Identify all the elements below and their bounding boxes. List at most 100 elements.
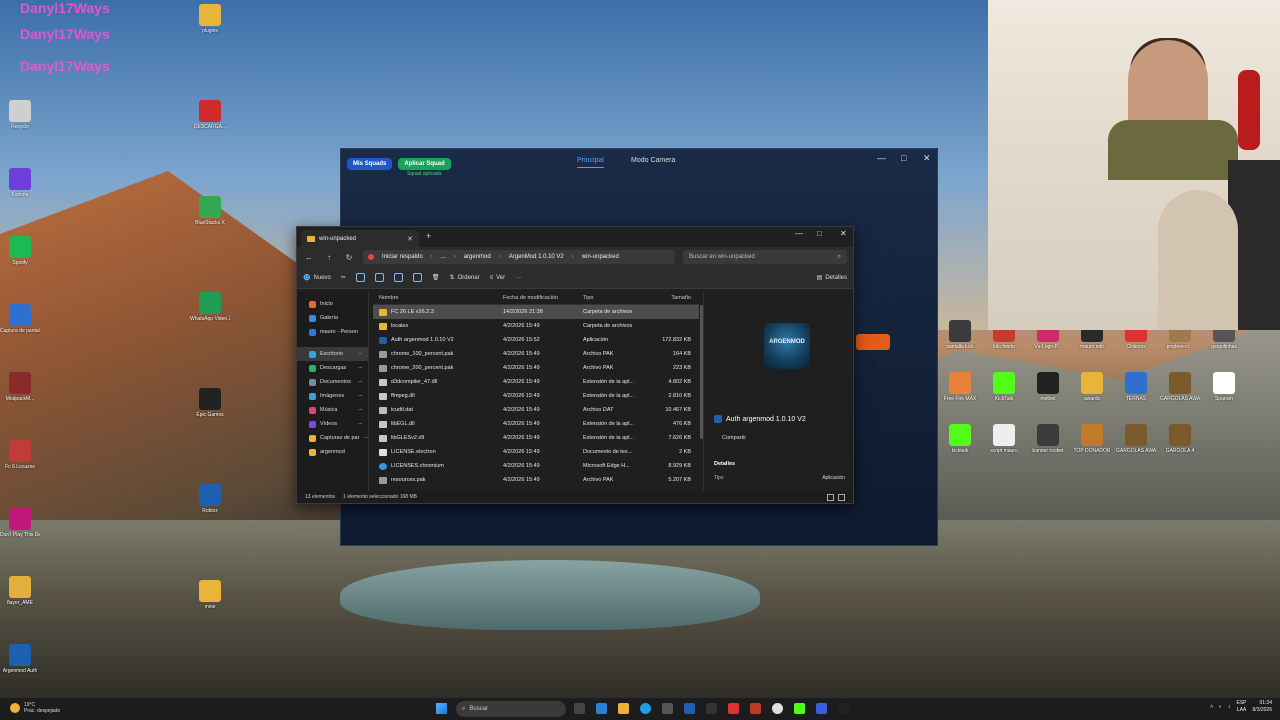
file-row[interactable]: icudtl.dat 4/2/2026 15:49 Archivo DAT 10.46… — [373, 403, 699, 417]
windows-start-icon[interactable] — [436, 703, 447, 714]
tab-principal[interactable]: Principal — [577, 157, 604, 168]
address-bar[interactable]: Iniciar respaldo › ... › argenmod › Arge… — [363, 250, 675, 264]
task-view-icon[interactable] — [574, 703, 585, 714]
desktop-icon[interactable]: Spotify — [0, 236, 40, 280]
back-arrow-icon[interactable]: ← — [303, 253, 315, 262]
file-row[interactable]: Auth argenmod 1.0.10 V2 4/2/2026 15:52 Apl… — [373, 333, 699, 347]
sort-button[interactable]: ⇅ Ordenar — [450, 274, 480, 282]
new-button[interactable]: ⊕ Nuevo — [303, 272, 331, 283]
desktop-icon[interactable]: Fortnite — [0, 168, 40, 212]
network-icon[interactable]: ◐ — [1219, 704, 1222, 710]
breadcrumb-item[interactable]: ArgenMod 1.0.10 V2 — [509, 254, 564, 260]
desktop-icon[interactable]: GARGOLA 4 — [1160, 424, 1200, 468]
desktop-icon[interactable]: Argenmod Auth — [0, 644, 40, 688]
file-row[interactable]: LICENSE.electron 4/2/2026 15:49 Documento … — [373, 445, 699, 459]
file-row[interactable]: d3dcompiler_47.dll 4/2/2026 15:49 Extensió… — [373, 375, 699, 389]
explorer-maximize-button[interactable]: □ — [817, 229, 822, 238]
desktop-icon[interactable]: script mauro — [984, 424, 1024, 468]
kick-icon[interactable] — [794, 703, 805, 714]
file-row[interactable]: locales 4/2/2026 15:49 Carpeta de archivos — [373, 319, 699, 333]
details-view-icon[interactable] — [827, 493, 834, 501]
desktop-icon[interactable]: kicktalk — [940, 424, 980, 468]
file-row[interactable]: FC 26 LE v26.2.3 14/2/2026 21:38 Carpeta d… — [373, 305, 699, 319]
app-icon[interactable] — [706, 703, 717, 714]
desktop-icon[interactable]: TERNAS — [1116, 372, 1156, 416]
desktop-icon[interactable]: mine — [190, 580, 230, 624]
file-row[interactable]: LICENSES.chromium 4/2/2026 15:49 Microsoft… — [373, 459, 699, 473]
file-row[interactable]: libEGL.dll 4/2/2026 15:49 Extensión de la … — [373, 417, 699, 431]
close-tab-icon[interactable]: ✕ — [407, 235, 413, 243]
tray-chevron-icon[interactable]: ˄ — [1210, 704, 1213, 710]
desktop-icon[interactable]: plugins — [190, 4, 230, 48]
up-arrow-icon[interactable]: ↑ — [323, 253, 335, 262]
nav-item-videos[interactable]: Vídeos ⊸ — [297, 417, 368, 431]
delete-icon[interactable]: 🗑 — [432, 274, 440, 281]
app-icon[interactable] — [816, 703, 827, 714]
rename-icon[interactable] — [393, 273, 403, 282]
refresh-icon[interactable]: ↻ — [343, 253, 355, 262]
app-minimize-button[interactable]: — — [877, 153, 886, 163]
search-input[interactable]: Buscar en win-unpacked ⌕ — [683, 250, 847, 264]
desktop-icon[interactable]: Don't Play This Demo — [0, 508, 40, 552]
nav-item-argenmod[interactable]: argenmod — [297, 445, 368, 459]
desktop-icon[interactable]: banner roobet — [1028, 424, 1068, 468]
share-icon[interactable] — [412, 273, 422, 282]
app-close-button[interactable]: ✕ — [923, 153, 931, 164]
nav-item-home[interactable]: Inicio — [297, 297, 368, 311]
column-header-size[interactable]: Tamaño — [651, 295, 695, 301]
file-row[interactable]: ffmpeg.dll 4/2/2026 15:49 Extensión de la … — [373, 389, 699, 403]
chrome-icon[interactable] — [772, 703, 783, 714]
desktop-icon[interactable]: Epic Games — [190, 388, 230, 432]
desktop-icon[interactable]: Captura de pantalla — [0, 304, 40, 348]
desktop-icon[interactable]: Spanish — [1204, 372, 1244, 416]
explorer-close-button[interactable]: ✕ — [840, 229, 847, 238]
app-icon[interactable] — [596, 703, 607, 714]
column-header-name[interactable]: Nombre — [373, 295, 503, 301]
cut-icon[interactable]: ✂ — [341, 274, 346, 281]
column-header-type[interactable]: Tipo — [583, 295, 651, 301]
app-icon[interactable] — [838, 703, 849, 714]
explorer-minimize-button[interactable]: — — [795, 229, 803, 238]
more-options-button[interactable]: ··· — [515, 275, 521, 281]
share-button[interactable]: Compartir — [722, 435, 746, 441]
breadcrumb-item[interactable]: ... — [441, 254, 446, 260]
desktop-icon[interactable]: Roblox — [190, 484, 230, 528]
desktop-icon[interactable]: TOP DONADOR — [1072, 424, 1112, 468]
new-tab-button[interactable]: + — [426, 231, 431, 241]
nav-item-documents[interactable]: Documentos ⊸ — [297, 375, 368, 389]
desktop-icon[interactable]: Recycle — [0, 100, 40, 144]
desktop-icon[interactable]: melbet — [1028, 372, 1068, 416]
nav-item-images[interactable]: Imágenes ⊸ — [297, 389, 368, 403]
file-row[interactable]: resources.pak 4/2/2026 15:49 Archivo PAK 5.… — [373, 473, 699, 487]
file-explorer-taskbar-icon[interactable] — [618, 703, 629, 714]
desktop-icon[interactable]: GARGOLAS AWARDS — [1160, 372, 1200, 416]
desktop-icon[interactable]: Fc 6 Locazos — [0, 440, 40, 484]
desktop-icon[interactable]: DESCARGA... — [190, 100, 230, 144]
tab-camera-mode[interactable]: Modo Camera — [631, 157, 675, 164]
desktop-icon[interactable]: flayer_AME — [0, 576, 40, 620]
breadcrumb-item[interactable]: argenmod — [464, 254, 491, 260]
nav-item-downloads[interactable]: Descargas ⊸ — [297, 361, 368, 375]
column-header-date[interactable]: Fecha de modificación — [503, 295, 583, 301]
desktop-icon[interactable]: awards — [1072, 372, 1112, 416]
app-maximize-button[interactable]: □ — [901, 153, 906, 163]
my-squads-button[interactable]: Mis Squads — [347, 158, 393, 170]
clock[interactable]: 01:34 8/3/2026 — [1253, 700, 1272, 714]
file-row[interactable]: libGLESv2.dll 4/2/2026 15:49 Extensión de … — [373, 431, 699, 445]
nav-item-music[interactable]: Música ⊸ — [297, 403, 368, 417]
desktop-icon[interactable]: ModpackM... — [0, 372, 40, 416]
file-explorer-window[interactable]: win-unpacked ✕ + — □ ✕ ← ↑ ↻ Iniciar res… — [296, 226, 854, 504]
copy-icon[interactable] — [355, 273, 365, 282]
view-button[interactable]: ≡ Ver — [490, 275, 506, 281]
file-row[interactable]: chrome_100_percent.pak 4/2/2026 15:49 Arch… — [373, 347, 699, 361]
breadcrumb-item[interactable]: win-unpacked — [582, 254, 619, 260]
desktop-icon[interactable]: KickTalk — [984, 372, 1024, 416]
desktop-icon[interactable]: WhatsApp Video 2025 — [190, 292, 230, 336]
edge-icon[interactable] — [640, 703, 651, 714]
volume-icon[interactable]: ♪ — [1228, 704, 1231, 710]
app-icon[interactable] — [684, 703, 695, 714]
breadcrumb-item[interactable]: Iniciar respaldo — [382, 254, 423, 260]
app-icon[interactable] — [662, 703, 673, 714]
app-icon[interactable] — [750, 703, 761, 714]
nav-item-personal[interactable]: mauro - Person — [297, 325, 368, 339]
